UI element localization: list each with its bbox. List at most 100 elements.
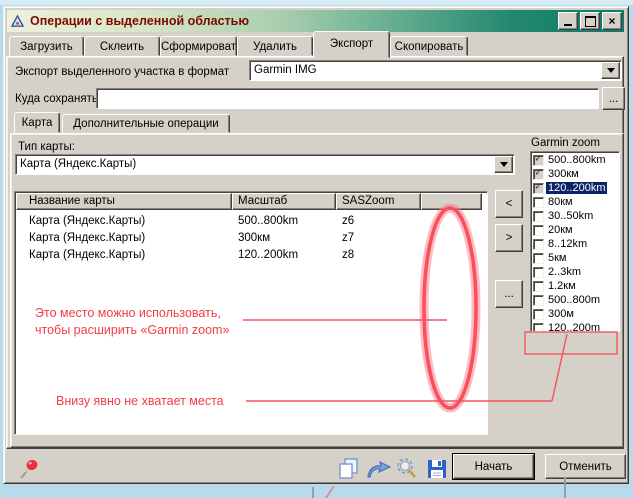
more-options-button[interactable]: ... <box>495 280 523 308</box>
app-logo-icon <box>10 14 25 29</box>
tab-zagruzit[interactable]: Загрузить <box>9 36 84 56</box>
garmin-zoom-item-label: 500..800km <box>546 154 607 166</box>
move-right-button[interactable]: > <box>495 224 523 252</box>
garmin-zoom-list[interactable]: ✓ 500..800km ✓ 300км ✓ 120..200km 80км <box>530 151 620 332</box>
combobox-drop-button[interactable] <box>494 156 513 173</box>
checkbox-icon[interactable] <box>533 225 544 236</box>
subtab-karta[interactable]: Карта <box>14 112 60 133</box>
tab-sformirovat[interactable]: Сформировать <box>160 36 237 56</box>
subtab-dopolnitelnye[interactable]: Дополнительные операции <box>62 114 230 133</box>
tab-label: Скопировать <box>395 41 464 53</box>
map-sub-page: Тип карты: Карта (Яндекс.Карты) Название… <box>10 133 624 448</box>
start-button[interactable]: Начать <box>453 454 534 479</box>
garmin-zoom-item[interactable]: 1.2км <box>531 279 619 293</box>
screenshot-root: { "window": { "title": "Операции с выдел… <box>0 0 633 498</box>
close-button[interactable]: × <box>602 12 622 30</box>
garmin-zoom-item[interactable]: 8..12km <box>531 237 619 251</box>
cell-map-name: Карта (Яндекс.Карты) <box>17 247 233 264</box>
checkbox-icon[interactable] <box>533 281 544 292</box>
cell-saszoom: z6 <box>337 213 422 230</box>
column-header-scale[interactable]: Масштаб <box>232 193 336 210</box>
tab-skleit[interactable]: Склеить <box>84 36 160 56</box>
cell-saszoom: z8 <box>337 247 422 264</box>
export-format-label: Экспорт выделенного участка в формат <box>15 66 229 78</box>
export-format-combobox[interactable]: Garmin IMG <box>249 60 622 81</box>
tab-eksport[interactable]: Экспорт <box>313 31 390 58</box>
checkbox-icon[interactable] <box>533 267 544 278</box>
garmin-zoom-item[interactable]: ✓ 500..800km <box>531 153 619 167</box>
minimize-icon <box>564 24 572 26</box>
close-icon: × <box>608 15 615 27</box>
window-title: Операции с выделенной областью <box>30 14 556 28</box>
checkbox-icon[interactable] <box>533 295 544 306</box>
background-artifact-line <box>326 486 334 498</box>
checkbox-icon[interactable] <box>533 197 544 208</box>
garmin-zoom-item-label: 500..800m <box>546 294 602 306</box>
title-bar[interactable]: Операции с выделенной областью × <box>7 10 624 32</box>
background-strip <box>0 0 633 5</box>
garmin-zoom-item[interactable]: 2..3km <box>531 265 619 279</box>
garmin-zoom-item[interactable]: 500..800m <box>531 293 619 307</box>
export-tab-page: Экспорт выделенного участка в формат Gar… <box>6 56 624 449</box>
curved-arrow-icon[interactable] <box>365 458 392 479</box>
map-type-value: Карта (Яндекс.Карты) <box>15 154 515 175</box>
column-header-saszoom[interactable]: SASZoom <box>336 193 421 210</box>
save-path-input[interactable] <box>96 88 599 109</box>
cell-scale: 120..200km <box>233 247 337 264</box>
garmin-zoom-item[interactable]: 300м <box>531 307 619 321</box>
garmin-zoom-item[interactable]: 80км <box>531 195 619 209</box>
checkbox-checked-icon[interactable]: ✓ <box>533 183 544 194</box>
checkbox-checked-icon[interactable]: ✓ <box>533 169 544 180</box>
checkbox-icon[interactable] <box>533 239 544 250</box>
garmin-zoom-item[interactable]: 20км <box>531 223 619 237</box>
cancel-button[interactable]: Отменить <box>545 454 626 479</box>
save-path-label: Куда сохранять: <box>15 93 101 105</box>
table-row[interactable]: Карта (Яндекс.Карты) 120..200km z8 <box>17 247 485 264</box>
garmin-zoom-item-label: 80км <box>546 196 575 208</box>
browse-button[interactable]: ... <box>602 87 625 110</box>
tab-label: Экспорт <box>330 38 373 50</box>
garmin-zoom-item[interactable]: ✓ 120..200km <box>531 181 619 195</box>
map-type-combobox[interactable]: Карта (Яндекс.Карты) <box>15 154 515 175</box>
column-header-name[interactable]: Название карты <box>16 193 232 210</box>
garmin-zoom-item-label: 300м <box>546 308 576 320</box>
tab-label: Сформировать <box>161 41 237 53</box>
copy-icon[interactable] <box>338 458 360 479</box>
garmin-zoom-item-label: 120..200km <box>546 182 607 194</box>
maximize-button[interactable] <box>580 12 600 30</box>
garmin-zoom-item-label: 30..50km <box>546 210 595 222</box>
garmin-zoom-item[interactable]: 30..50km <box>531 209 619 223</box>
layers-table: Название карты Масштаб SASZoom Карта (Ян… <box>14 191 488 435</box>
export-format-value: Garmin IMG <box>249 60 622 81</box>
garmin-zoom-item[interactable]: 5км <box>531 251 619 265</box>
combobox-drop-button[interactable] <box>601 62 620 79</box>
minimize-button[interactable] <box>558 12 578 30</box>
chevron-down-icon <box>607 68 615 73</box>
maximize-icon <box>585 16 596 27</box>
tab-udalit[interactable]: Удалить <box>237 36 313 56</box>
save-icon[interactable] <box>427 459 447 479</box>
check-icon: ✓ <box>534 169 542 179</box>
cell-map-name: Карта (Яндекс.Карты) <box>17 230 233 247</box>
tab-label: Загрузить <box>20 41 73 53</box>
chevron-down-icon <box>500 162 508 167</box>
map-type-label: Тип карты: <box>18 141 75 153</box>
checkbox-icon[interactable] <box>533 253 544 264</box>
tab-label: Удалить <box>253 41 297 53</box>
checkbox-icon[interactable] <box>533 309 544 320</box>
table-row[interactable]: Карта (Яндекс.Карты) 300км z7 <box>17 230 485 247</box>
zoom-selection-icon[interactable] <box>395 457 421 480</box>
garmin-zoom-item-label: 20км <box>546 224 575 236</box>
garmin-zoom-item[interactable]: 120..200m <box>531 321 619 332</box>
column-header-empty[interactable] <box>421 193 482 210</box>
pushpin-icon[interactable] <box>17 457 41 481</box>
checkbox-icon[interactable] <box>533 211 544 222</box>
table-row[interactable]: Карта (Яндекс.Карты) 500..800km z6 <box>17 213 485 230</box>
garmin-zoom-label: Garmin zoom <box>531 137 600 149</box>
garmin-zoom-item[interactable]: ✓ 300км <box>531 167 619 181</box>
check-icon: ✓ <box>534 155 542 165</box>
tab-skopirovat[interactable]: Скопировать <box>390 36 468 56</box>
checkbox-checked-icon[interactable]: ✓ <box>533 155 544 166</box>
checkbox-icon[interactable] <box>533 323 544 333</box>
move-left-button[interactable]: < <box>495 190 523 218</box>
